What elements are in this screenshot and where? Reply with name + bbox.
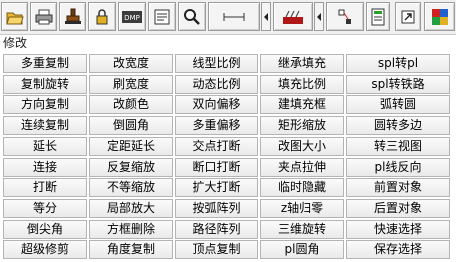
command-button[interactable]: 填充比例 — [260, 75, 344, 94]
toolbar-button-dmp[interactable]: DMP — [118, 2, 146, 31]
toolbar-button-hatch[interactable] — [273, 2, 313, 31]
command-button[interactable]: 断口打断 — [175, 158, 258, 177]
command-button[interactable]: 前置对象 — [346, 178, 450, 197]
command-button[interactable]: 保存选择 — [346, 240, 450, 259]
printer-icon — [35, 9, 52, 24]
command-button[interactable]: 连续复制 — [3, 116, 87, 135]
command-button[interactable]: 角度复制 — [89, 240, 173, 259]
lock-icon — [96, 8, 108, 24]
zoom-icon — [184, 8, 200, 25]
toolbar-button-pointer[interactable] — [395, 2, 421, 31]
command-button[interactable]: 交点打断 — [175, 137, 258, 156]
command-button[interactable]: 延长 — [3, 137, 87, 156]
command-button[interactable]: pl线反向 — [346, 158, 450, 177]
command-button[interactable]: 多重复制 — [3, 54, 87, 73]
command-button[interactable]: 三维旋转 — [260, 220, 344, 239]
command-button[interactable]: 圆转多边 — [346, 116, 450, 135]
node-link-icon — [338, 9, 351, 24]
command-button[interactable]: 局部放大 — [89, 199, 173, 218]
command-button[interactable]: 改颜色 — [89, 95, 173, 114]
text-block-icon — [371, 8, 385, 25]
command-button[interactable]: 弧转圆 — [346, 95, 450, 114]
command-button[interactable]: 等分 — [3, 199, 87, 218]
hatch-pattern-icon — [283, 10, 303, 24]
stamp-icon — [64, 8, 81, 24]
command-button[interactable]: 刷宽度 — [89, 75, 173, 94]
command-button[interactable]: z轴归零 — [260, 199, 344, 218]
command-button[interactable]: 快速选择 — [346, 220, 450, 239]
command-button[interactable]: 建填充框 — [260, 95, 344, 114]
command-button[interactable]: pl圆角 — [260, 240, 344, 259]
pointer-arrow-icon — [401, 10, 415, 23]
dmp-icon: DMP — [122, 10, 142, 23]
command-button[interactable]: 线型比例 — [175, 54, 258, 73]
toolbar-button-panel[interactable] — [148, 2, 176, 31]
command-button[interactable]: 转三视图 — [346, 137, 450, 156]
command-button[interactable]: 按弧阵列 — [175, 199, 258, 218]
command-button[interactable]: 改宽度 — [89, 54, 173, 73]
command-button[interactable]: 定距延长 — [89, 137, 173, 156]
command-button[interactable]: 双向偏移 — [175, 95, 258, 114]
toolbar-button-lock[interactable] — [88, 2, 116, 31]
command-button[interactable]: 矩形缩放 — [260, 116, 344, 135]
command-button[interactable]: 顶点复制 — [175, 240, 258, 259]
command-button[interactable]: 扩大打断 — [175, 178, 258, 197]
command-button[interactable]: 倒尖角 — [3, 220, 87, 239]
toolbar-button-stamp[interactable] — [59, 2, 86, 31]
command-button[interactable]: 继承填充 — [260, 54, 344, 73]
command-button[interactable]: 复制旋转 — [3, 75, 87, 94]
dimension-icon — [223, 12, 245, 21]
toolbar-scroll-left-2[interactable] — [314, 2, 324, 31]
toolbar-button-node[interactable] — [326, 2, 364, 31]
toolbar-button-open[interactable] — [1, 2, 28, 31]
command-button[interactable]: 临时隐藏 — [260, 178, 344, 197]
color-grid-icon — [431, 8, 448, 25]
command-button[interactable]: 后置对象 — [346, 199, 450, 218]
text-panel-icon — [154, 9, 170, 24]
command-button[interactable]: 超级修剪 — [3, 240, 87, 259]
command-button[interactable]: 连接 — [3, 158, 87, 177]
command-button[interactable]: 不等缩放 — [89, 178, 173, 197]
group-label-modify: 修改 — [3, 36, 28, 50]
command-button[interactable]: 改图大小 — [260, 137, 344, 156]
command-button[interactable]: 动态比例 — [175, 75, 258, 94]
scroll-left-arrow-icon — [264, 12, 268, 21]
command-button[interactable]: 多重偏移 — [175, 116, 258, 135]
command-button[interactable]: 打断 — [3, 178, 87, 197]
command-button[interactable]: 路径阵列 — [175, 220, 258, 239]
command-button[interactable]: 方框删除 — [89, 220, 173, 239]
svg-text:DMP: DMP — [124, 14, 140, 22]
toolbar-scroll-left[interactable] — [261, 2, 271, 31]
scroll-left-arrow-icon — [317, 12, 321, 21]
command-button[interactable]: 方向复制 — [3, 95, 87, 114]
command-button[interactable]: 夹点拉伸 — [260, 158, 344, 177]
command-button[interactable]: spl转pl — [346, 54, 450, 73]
toolbar: DMP — [0, 0, 456, 35]
command-button[interactable]: 反复缩放 — [89, 158, 173, 177]
toolbar-button-zoom[interactable] — [178, 2, 206, 31]
toolbar-button-color-grid[interactable] — [424, 2, 455, 31]
open-folder-icon — [5, 12, 24, 24]
command-button[interactable]: 倒圆角 — [89, 116, 173, 135]
toolbar-button-text-block[interactable] — [366, 2, 390, 31]
toolbar-button-dimension[interactable] — [208, 2, 260, 31]
toolbar-button-print[interactable] — [30, 2, 57, 31]
command-button[interactable]: spl转铁路 — [346, 75, 450, 94]
